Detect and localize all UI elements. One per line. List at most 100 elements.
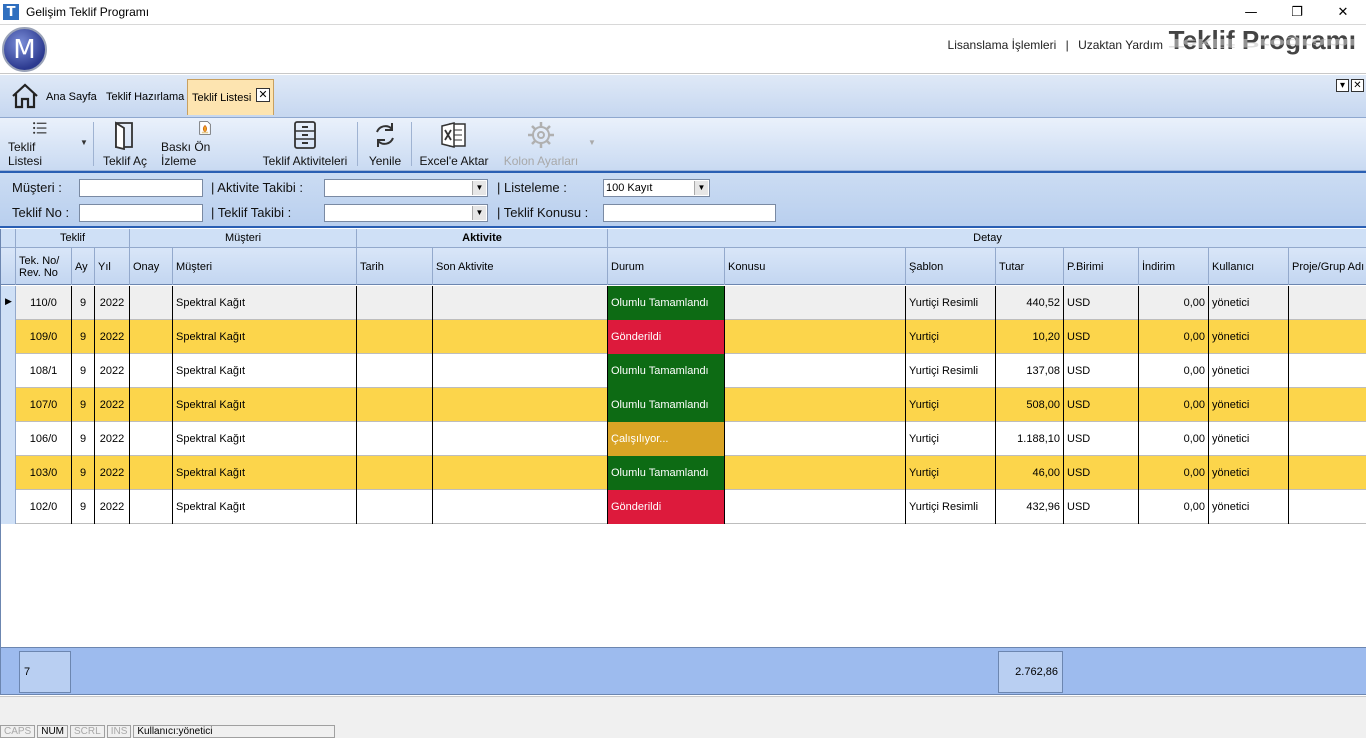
- cell-konusu[interactable]: [725, 286, 906, 320]
- excel-aktar-button[interactable]: Excel'e Aktar: [418, 120, 490, 168]
- cell-birim[interactable]: USD: [1064, 320, 1139, 354]
- cell-kullanici[interactable]: yönetici: [1209, 490, 1289, 524]
- cell-son_aktivite[interactable]: [433, 422, 608, 456]
- cell-proje[interactable]: [1289, 490, 1366, 524]
- cell-proje[interactable]: [1289, 388, 1366, 422]
- column-header-musteri[interactable]: Müşteri: [173, 248, 357, 285]
- column-header-kullanici[interactable]: Kullanıcı: [1209, 248, 1289, 285]
- cell-konusu[interactable]: [725, 490, 906, 524]
- cell-no[interactable]: 103/0: [16, 456, 72, 490]
- cell-ay[interactable]: 9: [72, 354, 95, 388]
- cell-birim[interactable]: USD: [1064, 490, 1139, 524]
- cell-kullanici[interactable]: yönetici: [1209, 320, 1289, 354]
- column-header-yil[interactable]: Yıl: [95, 248, 130, 285]
- column-header-proje[interactable]: Proje/Grup Adı: [1289, 248, 1366, 285]
- cell-indirim[interactable]: 0,00: [1139, 320, 1209, 354]
- cell-son_aktivite[interactable]: [433, 286, 608, 320]
- cell-tarih[interactable]: [357, 388, 433, 422]
- kolon-ayarlari-button[interactable]: Kolon Ayarları: [501, 120, 581, 168]
- row-indicator[interactable]: ▶: [1, 286, 16, 320]
- tab-teklif-hazirlama[interactable]: Teklif Hazırlama: [102, 79, 188, 115]
- cell-musteri[interactable]: Spektral Kağıt: [173, 456, 357, 490]
- cell-onay[interactable]: [130, 422, 173, 456]
- cell-onay[interactable]: [130, 456, 173, 490]
- cell-tutar[interactable]: 508,00: [996, 388, 1064, 422]
- table-row[interactable]: 102/0 9 2022 Spektral Kağıt Gönderildi Yurtiç…: [1, 490, 1366, 524]
- cell-kullanici[interactable]: yönetici: [1209, 388, 1289, 422]
- cell-konusu[interactable]: [725, 320, 906, 354]
- cell-sablon[interactable]: Yurtiçi: [906, 320, 996, 354]
- cell-konusu[interactable]: [725, 388, 906, 422]
- cell-tarih[interactable]: [357, 422, 433, 456]
- cell-birim[interactable]: USD: [1064, 456, 1139, 490]
- cell-tutar[interactable]: 1.188,10: [996, 422, 1064, 456]
- cell-no[interactable]: 106/0: [16, 422, 72, 456]
- cell-ay[interactable]: 9: [72, 456, 95, 490]
- cell-durum[interactable]: Olumlu Tamamlandı: [608, 286, 725, 320]
- cell-konusu[interactable]: [725, 456, 906, 490]
- cell-durum[interactable]: Olumlu Tamamlandı: [608, 456, 725, 490]
- cell-birim[interactable]: USD: [1064, 286, 1139, 320]
- close-all-tabs-icon[interactable]: ✕: [1351, 79, 1364, 92]
- teklif-konusu-input[interactable]: [603, 204, 776, 222]
- baski-on-izleme-button[interactable]: Baskı Ön İzleme: [161, 120, 249, 168]
- chevron-down-icon[interactable]: ▼: [694, 181, 708, 195]
- teklif-no-input[interactable]: [79, 204, 203, 222]
- cell-yil[interactable]: 2022: [95, 354, 130, 388]
- cell-onay[interactable]: [130, 320, 173, 354]
- table-row[interactable]: 107/0 9 2022 Spektral Kağıt Olumlu Tamamland…: [1, 388, 1366, 422]
- row-indicator[interactable]: [1, 320, 16, 354]
- cell-son_aktivite[interactable]: [433, 354, 608, 388]
- cell-no[interactable]: 109/0: [16, 320, 72, 354]
- cell-son_aktivite[interactable]: [433, 456, 608, 490]
- cell-proje[interactable]: [1289, 354, 1366, 388]
- cell-kullanici[interactable]: yönetici: [1209, 286, 1289, 320]
- cell-musteri[interactable]: Spektral Kağıt: [173, 320, 357, 354]
- cell-yil[interactable]: 2022: [95, 422, 130, 456]
- row-indicator[interactable]: [1, 388, 16, 422]
- cell-indirim[interactable]: 0,00: [1139, 388, 1209, 422]
- table-row[interactable]: 106/0 9 2022 Spektral Kağıt Çalışılıyor... Yu…: [1, 422, 1366, 456]
- cell-musteri[interactable]: Spektral Kağıt: [173, 422, 357, 456]
- cell-indirim[interactable]: 0,00: [1139, 422, 1209, 456]
- cell-indirim[interactable]: 0,00: [1139, 286, 1209, 320]
- tab-list-dropdown-icon[interactable]: ▾: [1336, 79, 1349, 92]
- cell-onay[interactable]: [130, 490, 173, 524]
- cell-proje[interactable]: [1289, 456, 1366, 490]
- close-button[interactable]: ✕: [1320, 0, 1366, 24]
- yenile-button[interactable]: Yenile: [366, 120, 404, 168]
- cell-tarih[interactable]: [357, 320, 433, 354]
- cell-tutar[interactable]: 432,96: [996, 490, 1064, 524]
- column-header-ay[interactable]: Ay: [72, 248, 95, 285]
- column-header-tarih[interactable]: Tarih: [357, 248, 433, 285]
- cell-kullanici[interactable]: yönetici: [1209, 422, 1289, 456]
- cell-yil[interactable]: 2022: [95, 490, 130, 524]
- cell-no[interactable]: 102/0: [16, 490, 72, 524]
- listeleme-select[interactable]: 100 Kayıt ▼: [603, 179, 710, 197]
- cell-durum[interactable]: Olumlu Tamamlandı: [608, 388, 725, 422]
- cell-tarih[interactable]: [357, 286, 433, 320]
- chevron-down-icon[interactable]: ▼: [588, 138, 596, 147]
- cell-tutar[interactable]: 46,00: [996, 456, 1064, 490]
- teklif-takibi-select[interactable]: ▼: [324, 204, 488, 222]
- cell-musteri[interactable]: Spektral Kağıt: [173, 354, 357, 388]
- cell-no[interactable]: 107/0: [16, 388, 72, 422]
- column-header-indirim[interactable]: İndirim: [1139, 248, 1209, 285]
- column-header-tutar[interactable]: Tutar: [996, 248, 1064, 285]
- table-row[interactable]: 103/0 9 2022 Spektral Kağıt Olumlu Tamamland…: [1, 456, 1366, 490]
- cell-son_aktivite[interactable]: [433, 490, 608, 524]
- cell-sablon[interactable]: Yurtiçi: [906, 456, 996, 490]
- cell-kullanici[interactable]: yönetici: [1209, 354, 1289, 388]
- cell-indirim[interactable]: 0,00: [1139, 490, 1209, 524]
- cell-sablon[interactable]: Yurtiçi: [906, 422, 996, 456]
- cell-ay[interactable]: 9: [72, 320, 95, 354]
- chevron-down-icon[interactable]: ▼: [80, 138, 88, 147]
- cell-yil[interactable]: 2022: [95, 388, 130, 422]
- cell-no[interactable]: 110/0: [16, 286, 72, 320]
- cell-birim[interactable]: USD: [1064, 388, 1139, 422]
- cell-sablon[interactable]: Yurtiçi Resimli: [906, 354, 996, 388]
- row-indicator[interactable]: [1, 490, 16, 524]
- column-header-konusu[interactable]: Konusu: [725, 248, 906, 285]
- cell-tutar[interactable]: 10,20: [996, 320, 1064, 354]
- cell-yil[interactable]: 2022: [95, 320, 130, 354]
